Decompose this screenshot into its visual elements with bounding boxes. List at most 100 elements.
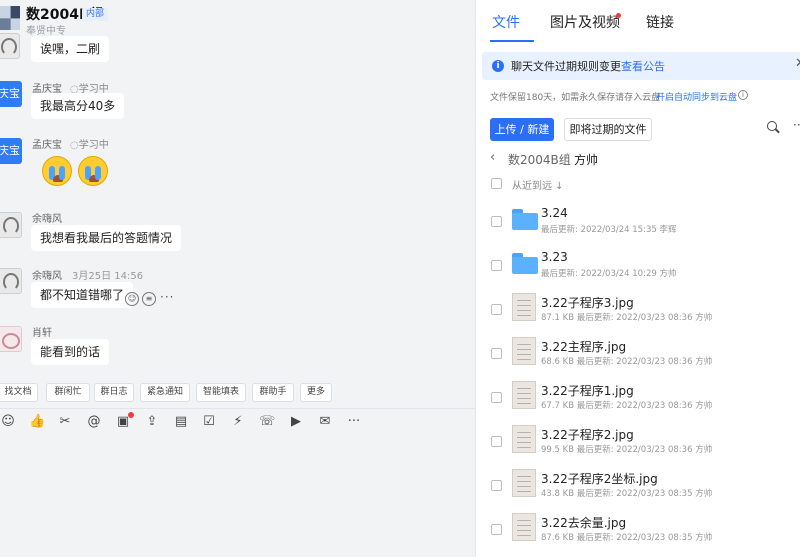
sender-name[interactable]: 余嗨风 <box>32 214 62 225</box>
phone-icon[interactable]: ☏ <box>259 414 275 430</box>
file-name[interactable]: 3.22子程序1.jpg <box>541 382 634 399</box>
more-icon[interactable]: ··· <box>346 414 362 430</box>
lightning-icon[interactable]: ⚡ <box>230 414 246 430</box>
message-sender: 余嗨风 3月25日 14:56 <box>32 267 143 282</box>
list-item[interactable]: 3.22子程序2.jpg 99.5 KB 最后更新: 2022/03/23 08… <box>476 419 800 463</box>
close-icon[interactable]: ✕ <box>795 56 800 71</box>
chevron-left-icon[interactable]: ‹ <box>490 150 495 165</box>
item-checkbox[interactable] <box>491 480 502 491</box>
expiring-files-button[interactable]: 即将过期的文件 <box>564 118 652 141</box>
sort-order-toggle[interactable]: 从近到远 ↓ <box>512 177 564 192</box>
file-name[interactable]: 3.24 <box>541 206 568 220</box>
item-checkbox[interactable] <box>491 260 502 271</box>
mail-icon[interactable]: ✉ <box>317 414 333 430</box>
quick-tool-more[interactable]: 更多 <box>300 383 332 402</box>
message-sender: 肖轩 <box>32 324 52 339</box>
file-name[interactable]: 3.23 <box>541 250 568 264</box>
quick-tool-group-log[interactable]: 群日志 <box>94 383 134 402</box>
list-item[interactable]: 3.22子程序1.jpg 67.7 KB 最后更新: 2022/03/23 08… <box>476 375 800 419</box>
notice-text: 聊天文件过期规则变更 <box>511 60 621 73</box>
emoji-icon[interactable]: ☺ <box>0 414 16 430</box>
file-name[interactable]: 3.22子程序2坐标.jpg <box>541 470 658 487</box>
item-checkbox[interactable] <box>491 436 502 447</box>
more-icon[interactable]: ··· <box>793 118 800 132</box>
search-icon[interactable] <box>766 120 780 134</box>
help-icon[interactable]: i <box>738 90 748 100</box>
image-thumbnail-icon <box>512 381 536 409</box>
file-name[interactable]: 3.22去余量.jpg <box>541 514 626 531</box>
image-thumbnail-icon <box>512 469 536 497</box>
avatar[interactable] <box>0 268 22 294</box>
file-tabs: 文件 图片及视频 链接 <box>476 0 800 42</box>
crying-face-emoji[interactable] <box>78 156 108 186</box>
crying-face-emoji[interactable] <box>42 156 72 186</box>
list-item[interactable]: 3.22主程序.jpg 68.6 KB 最后更新: 2022/03/23 08:… <box>476 331 800 375</box>
checklist-icon[interactable]: ☑ <box>201 414 217 430</box>
breadcrumb-parent[interactable]: 数2004B组 <box>508 151 571 168</box>
file-meta: 43.8 KB 最后更新: 2022/03/23 08:35 方帅 <box>541 489 713 499</box>
reaction-icon[interactable]: ☺ <box>125 292 139 306</box>
folder-icon <box>512 209 538 230</box>
folder-icon <box>512 253 538 274</box>
file-name[interactable]: 3.22主程序.jpg <box>541 338 626 355</box>
view-announcement-link[interactable]: 查看公告 <box>621 58 665 74</box>
auto-sync-link[interactable]: 开启自动同步到云盘 <box>656 90 737 103</box>
list-item[interactable]: 3.24 最后更新: 2022/03/24 15:35 李辉 <box>476 199 800 243</box>
quick-tool-group-assistant[interactable]: 群助手 <box>252 383 294 402</box>
item-checkbox[interactable] <box>491 392 502 403</box>
quick-tool-smart-form[interactable]: 智能填表 <box>196 383 246 402</box>
avatar[interactable]: 庆宝 <box>0 81 22 107</box>
list-item[interactable]: 3.22去余量.jpg 87.6 KB 最后更新: 2022/03/23 08:… <box>476 507 800 551</box>
item-checkbox[interactable] <box>491 304 502 315</box>
list-item[interactable]: 3.22子程序3.jpg 87.1 KB 最后更新: 2022/03/23 08… <box>476 287 800 331</box>
avatar[interactable] <box>0 326 22 352</box>
list-item[interactable]: 3.22子程序2坐标.jpg 43.8 KB 最后更新: 2022/03/23 … <box>476 463 800 507</box>
tab-links[interactable]: 链接 <box>646 12 674 32</box>
item-checkbox[interactable] <box>491 216 502 227</box>
select-all-checkbox[interactable] <box>491 178 502 189</box>
image-thumbnail-icon <box>512 293 536 321</box>
message-bubble[interactable]: 我想看我最后的答题情况 <box>31 225 182 251</box>
file-meta: 最后更新: 2022/03/24 10:29 方帅 <box>541 269 677 279</box>
message-bubble[interactable]: 我最高分40多 <box>31 93 125 119</box>
group-internal-badge: 内部 <box>82 8 109 21</box>
upload-new-button[interactable]: 上传 / 新建 <box>490 118 554 141</box>
item-checkbox[interactable] <box>491 524 502 535</box>
file-meta: 67.7 KB 最后更新: 2022/03/23 08:36 方帅 <box>541 401 713 411</box>
upload-icon[interactable]: ⇪ <box>144 414 160 430</box>
message-more-icon[interactable]: ··· <box>160 290 174 304</box>
avatar[interactable] <box>0 33 20 59</box>
file-meta: 68.6 KB 最后更新: 2022/03/23 08:36 方帅 <box>541 357 713 367</box>
file-panel: 文件 图片及视频 链接 i 聊天文件过期规则变更 查看公告 ✕ 文件保留180天… <box>475 0 800 557</box>
mention-icon[interactable]: @ <box>86 414 102 430</box>
quick-tool-find-doc[interactable]: 找文档 <box>0 383 38 402</box>
reply-icon[interactable]: ≡ <box>142 292 156 306</box>
chat-pane: 数2004B组 内部 奉贤中专 诶嘿，二刷 庆宝 孟庆宝 ◌学习中 我最高分40多… <box>0 0 475 557</box>
file-name[interactable]: 3.22子程序3.jpg <box>541 294 634 311</box>
group-avatar[interactable] <box>0 6 20 30</box>
message-bubble[interactable]: 诶嘿，二刷 <box>31 36 110 62</box>
quick-tool-urgent-notice[interactable]: 紧急通知 <box>140 383 190 402</box>
avatar[interactable] <box>0 212 22 238</box>
list-item[interactable]: 3.23 最后更新: 2022/03/24 10:29 方帅 <box>476 243 800 287</box>
like-icon[interactable]: 👍 <box>29 414 45 430</box>
quick-tool-group-busy[interactable]: 群闲忙 <box>46 383 90 402</box>
live-icon[interactable]: ▶ <box>288 414 304 430</box>
info-icon: i <box>492 60 504 72</box>
image-thumbnail-icon <box>512 513 536 541</box>
sender-name[interactable]: 肖轩 <box>32 328 52 339</box>
sender-name[interactable]: 孟庆宝 <box>32 140 62 151</box>
message-sender: 余嗨风 <box>32 210 62 225</box>
scissors-icon[interactable]: ✂ <box>57 414 73 430</box>
message-bubble[interactable]: 都不知道错哪了 <box>31 282 134 308</box>
message-bubble[interactable]: 能看到的话 <box>31 339 110 365</box>
sender-name[interactable]: 余嗨风 <box>32 271 62 282</box>
tab-images-videos[interactable]: 图片及视频 <box>550 12 620 32</box>
file-name[interactable]: 3.22子程序2.jpg <box>541 426 634 443</box>
notification-dot <box>128 412 134 418</box>
item-checkbox[interactable] <box>491 348 502 359</box>
calendar-icon[interactable]: ▤ <box>173 414 189 430</box>
tab-files[interactable]: 文件 <box>492 12 520 32</box>
message-input[interactable] <box>0 438 475 557</box>
avatar[interactable]: 庆宝 <box>0 138 22 164</box>
